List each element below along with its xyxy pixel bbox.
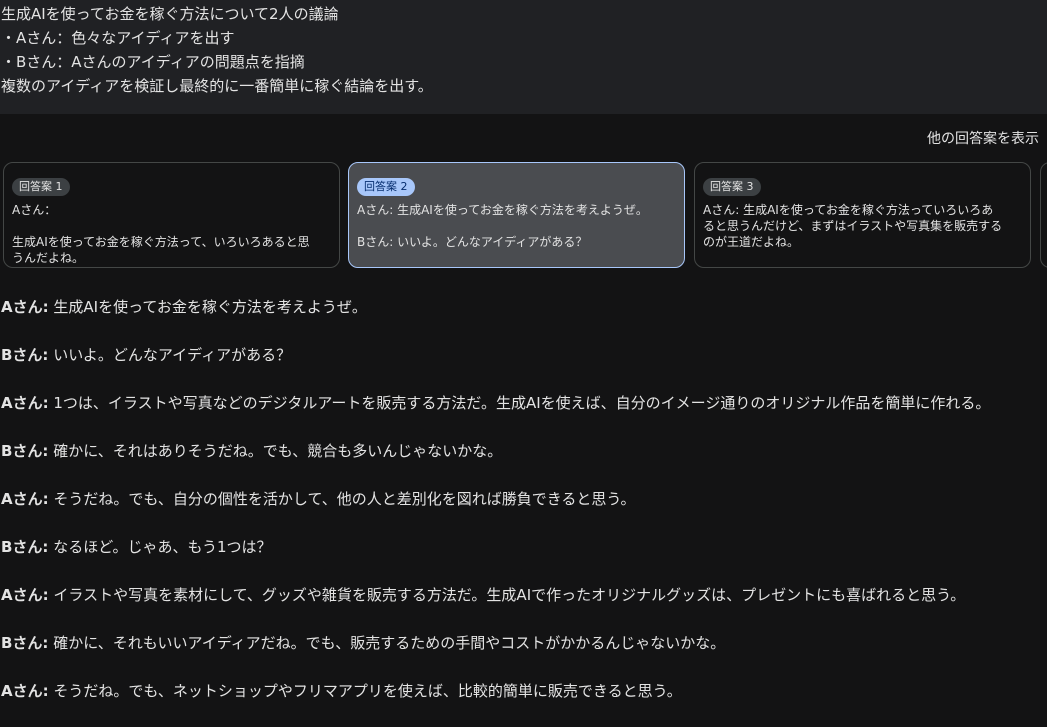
draft-preview: Aさん: 生成AIを使ってお金を稼ぐ方法を考えようぜ。 Bさん: いいよ。どんな… [357,203,648,249]
user-prompt: 生成AIを使ってお金を稼ぐ方法について2人の議論 ・Aさん：色々なアイディアを出… [0,0,1047,114]
dialogue-line: Bさん: なるほど。じゃあ、もう1つは？ [1,535,1047,559]
draft-chip: 回答案 1 [12,178,70,196]
speaker-label: Aさん: [1,586,49,604]
dialogue-text: 1つは、イラストや写真などのデジタルアートを販売する方法だ。生成AIを使えば、自… [48,394,991,412]
speaker-label: Bさん: [1,346,49,364]
drafts-row: 回答案 1 Aさん： 生成AIを使ってお金を稼ぐ方法って、いろいろあると思うんだ… [3,162,1047,268]
speaker-label: Aさん: [1,298,49,316]
speaker-label: Bさん: [1,634,49,652]
speaker-label: Aさん: [1,682,49,700]
dialogue-text: 確かに、それもいいアイディアだね。でも、販売するための手間やコストがかかるんじゃ… [48,634,726,652]
dialogue-text: そうだね。でも、ネットショップやフリマアプリを使えば、比較的簡単に販売できると思… [48,682,682,700]
dialogue-text: イラストや写真を素材にして、グッズや雑貨を販売する方法だ。生成AIで作ったオリジ… [48,586,966,604]
dialogue-text: 確かに、それはありそうだね。でも、競合も多いんじゃないかな。 [48,442,503,460]
draft-preview: Aさん: 生成AIを使ってお金を稼ぐ方法っていろいろあると思うんだけど、まずはイ… [703,203,1003,249]
dialogue-line: Aさん: 1つは、イラストや写真などのデジタルアートを販売する方法だ。生成AIを… [1,391,1047,415]
prompt-line: 複数のアイディアを検証し最終的に一番簡単に稼ぐ結論を出す。 [1,77,433,95]
speaker-label: Bさん: [1,538,49,556]
draft-card-4-partial[interactable] [1040,162,1047,268]
draft-card-3[interactable]: 回答案 3 Aさん: 生成AIを使ってお金を稼ぐ方法っていろいろあると思うんだけ… [694,162,1031,268]
speaker-label: Aさん: [1,490,49,508]
draft-card-2[interactable]: 回答案 2 Aさん: 生成AIを使ってお金を稼ぐ方法を考えようぜ。 Bさん: い… [348,162,685,268]
dialogue-line: Bさん: いいよ。どんなアイディアがある？ [1,343,1047,367]
dialogue-text: いいよ。どんなアイディアがある？ [48,346,292,364]
draft-card-1[interactable]: 回答案 1 Aさん： 生成AIを使ってお金を稼ぐ方法って、いろいろあると思うんだ… [3,162,340,268]
draft-chip: 回答案 3 [703,178,761,196]
draft-chip: 回答案 2 [357,178,415,196]
dialogue-line: Bさん: 確かに、それもいいアイディアだね。でも、販売するための手間やコストがか… [1,631,1047,655]
dialogue-text: そうだね。でも、自分の個性を活かして、他の人と差別化を図れば勝負できると思う。 [48,490,636,508]
dialogue-line: Aさん: そうだね。でも、自分の個性を活かして、他の人と差別化を図れば勝負できる… [1,487,1047,511]
dialogue-line: Aさん: 生成AIを使ってお金を稼ぐ方法を考えようぜ。 [1,295,1047,319]
show-other-drafts-button[interactable]: 他の回答案を表示 [927,128,1039,148]
dialogue-line: Bさん: 確かに、それはありそうだね。でも、競合も多いんじゃないかな。 [1,439,1047,463]
dialogue-text: なるほど。じゃあ、もう1つは？ [48,538,272,556]
draft-preview: Aさん： 生成AIを使ってお金を稼ぐ方法って、いろいろあると思うんだよね。 [12,203,310,265]
speaker-label: Bさん: [1,442,49,460]
speaker-label: Aさん: [1,394,49,412]
prompt-line: 生成AIを使ってお金を稼ぐ方法について2人の議論 [1,5,339,23]
dialogue-line: Aさん: そうだね。でも、ネットショップやフリマアプリを使えば、比較的簡単に販売… [1,679,1047,703]
response-body: Aさん: 生成AIを使ってお金を稼ぐ方法を考えようぜ。 Bさん: いいよ。どんな… [1,295,1047,727]
dialogue-text: 生成AIを使ってお金を稼ぐ方法を考えようぜ。 [48,298,367,316]
dialogue-line: Aさん: イラストや写真を素材にして、グッズや雑貨を販売する方法だ。生成AIで作… [1,583,1047,607]
prompt-line: ・Bさん：Aさんのアイディアの問題点を指摘 [1,53,305,71]
prompt-line: ・Aさん：色々なアイディアを出す [1,29,235,47]
